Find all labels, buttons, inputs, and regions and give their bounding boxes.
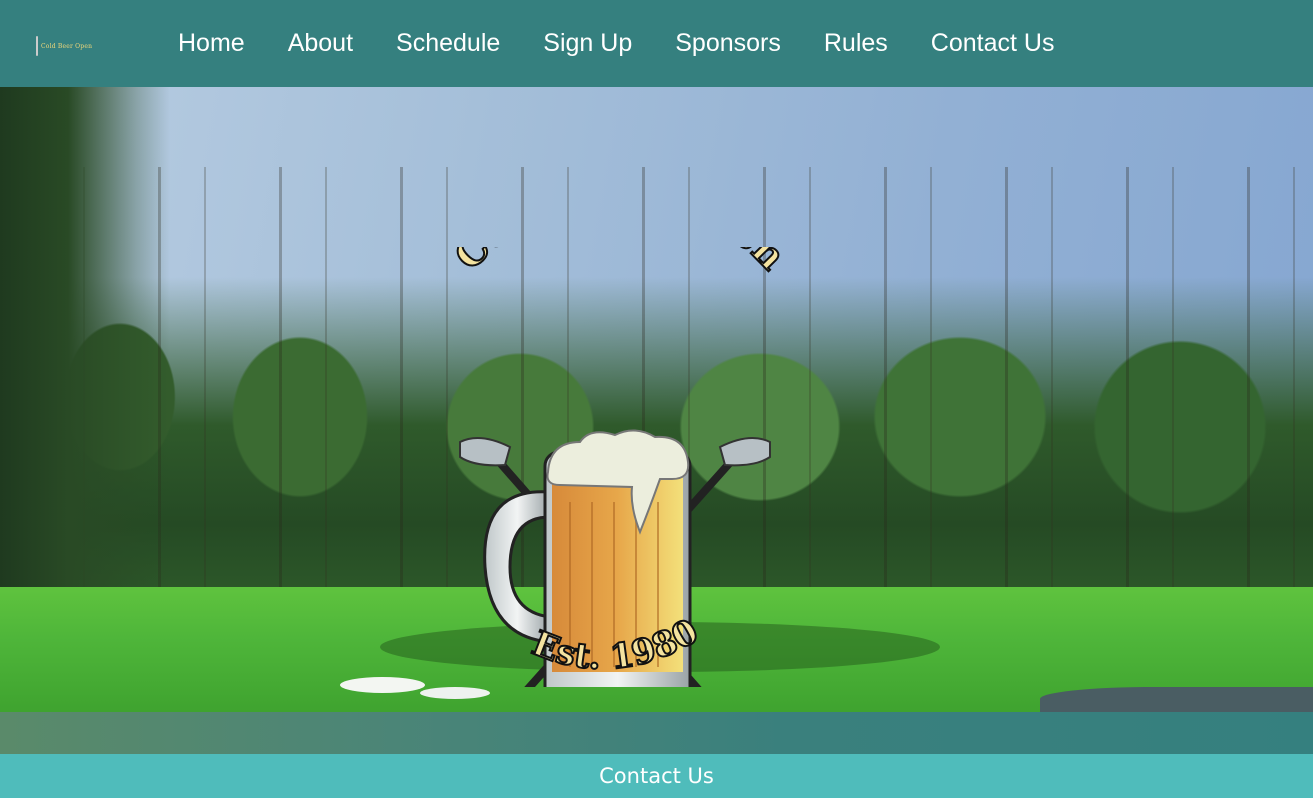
logo-text: Cold Beer Open [41, 42, 93, 50]
nav-link-sign-up[interactable]: Sign Up [543, 0, 632, 87]
hero-banner: Cold Beer Open Est. 1980 [0, 87, 1313, 712]
section-divider [0, 712, 1313, 754]
nav-link-sponsors[interactable]: Sponsors [675, 0, 781, 87]
nav-item-sign-up: Sign Up [543, 0, 675, 87]
nav-item-schedule: Schedule [396, 0, 543, 87]
nav-link-home[interactable]: Home [178, 0, 245, 87]
nav-item-contact-us: Contact Us [931, 0, 1098, 87]
footer-bar: Contact Us [0, 754, 1313, 798]
nav-item-sponsors: Sponsors [675, 0, 824, 87]
cold-beer-open-emblem: Cold Beer Open Est. 1980 [444, 247, 796, 687]
nav-item-home: Home [178, 0, 288, 87]
site-logo[interactable]: Cold Beer Open [36, 34, 92, 58]
nav-link-rules[interactable]: Rules [824, 0, 888, 87]
beer-mug-logo-icon [36, 36, 38, 56]
emblem-title: Cold Beer Open [445, 247, 794, 278]
nav-link-contact-us[interactable]: Contact Us [931, 0, 1055, 87]
nav-item-rules: Rules [824, 0, 931, 87]
main-nav: Home About Schedule Sign Up Sponsors Rul… [178, 0, 1097, 87]
nav-item-about: About [288, 0, 396, 87]
nav-link-about[interactable]: About [288, 0, 353, 87]
footer-contact-link[interactable]: Contact Us [599, 764, 714, 788]
nav-link-schedule[interactable]: Schedule [396, 0, 500, 87]
hero-pond [1040, 687, 1313, 712]
hero-bunker [420, 687, 490, 699]
top-navbar: Cold Beer Open Home About Schedule Sign … [0, 0, 1313, 87]
